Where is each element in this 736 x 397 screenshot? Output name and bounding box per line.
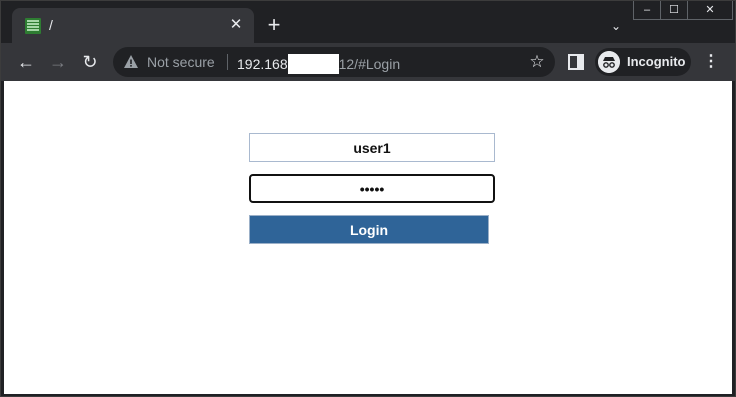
- omnibox-divider: [227, 54, 228, 70]
- maximize-button[interactable]: ☐: [660, 1, 687, 19]
- back-arrow-icon[interactable]: ←: [16, 52, 36, 72]
- minimize-button[interactable]: –: [634, 1, 660, 19]
- browser-toolbar: ← → ↻ Not secure 192.168 12/#Login ☆ Inc…: [1, 43, 735, 81]
- incognito-indicator[interactable]: Incognito: [595, 48, 691, 76]
- reload-icon[interactable]: ↻: [80, 52, 100, 72]
- username-input[interactable]: [249, 133, 495, 162]
- close-tab-icon[interactable]: ✕: [226, 15, 246, 35]
- warning-triangle-icon[interactable]: [123, 54, 139, 70]
- login-button[interactable]: Login: [249, 215, 489, 244]
- more-vertical-icon[interactable]: ⋮: [703, 52, 719, 72]
- incognito-label: Incognito: [627, 54, 686, 69]
- url-text[interactable]: 192.168 12/#Login: [237, 54, 400, 74]
- active-tab[interactable]: / ✕: [12, 8, 254, 43]
- close-window-button[interactable]: ✕: [687, 1, 732, 19]
- password-input[interactable]: [249, 174, 495, 203]
- bookmark-star-icon[interactable]: ☆: [527, 52, 547, 72]
- url-host: 192.168: [237, 56, 288, 72]
- chevron-down-icon[interactable]: ⌄: [606, 16, 626, 36]
- url-path: 12/#Login: [338, 56, 401, 72]
- incognito-icon: [598, 51, 620, 73]
- tab-strip: / ✕ + ⌄ – ☐ ✕: [1, 1, 735, 43]
- forward-arrow-icon[interactable]: →: [48, 52, 68, 72]
- redaction-mask: [287, 54, 339, 74]
- browser-window: / ✕ + ⌄ – ☐ ✕ ← → ↻ Not secure 192.168 12…: [0, 0, 736, 397]
- new-tab-icon[interactable]: +: [264, 14, 284, 36]
- side-panel-icon[interactable]: [567, 53, 585, 71]
- page-viewport: Login: [4, 81, 732, 394]
- security-label[interactable]: Not secure: [147, 54, 215, 70]
- tab-title: /: [49, 17, 53, 33]
- spreadsheet-favicon-icon: [25, 18, 41, 34]
- window-controls: – ☐ ✕: [633, 1, 733, 20]
- address-bar[interactable]: Not secure 192.168 12/#Login ☆: [113, 47, 555, 77]
